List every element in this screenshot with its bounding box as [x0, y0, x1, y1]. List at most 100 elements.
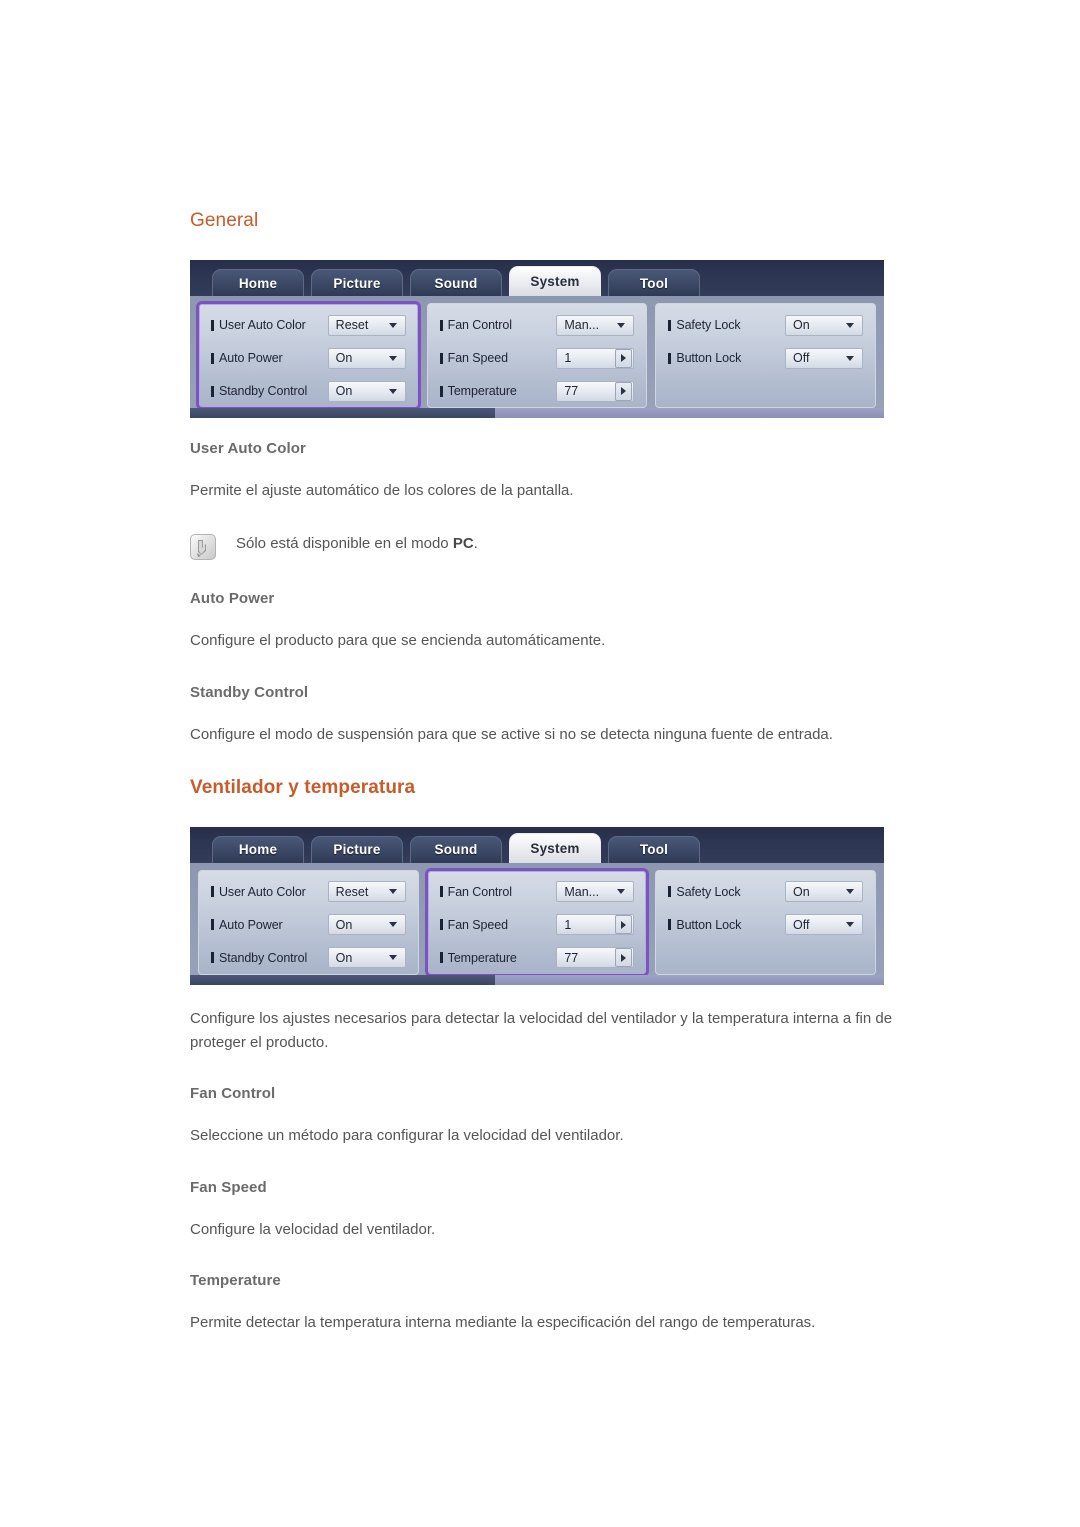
bullet-bar-icon [439, 319, 443, 331]
osd-label-button-lock: Button Lock [668, 918, 785, 932]
heading-standby-control: Standby Control [190, 683, 309, 701]
bullet-bar-icon [668, 319, 672, 331]
osd-column-lock: Safety Lock On Button Lock Off [655, 869, 877, 975]
stepper-increase-button[interactable] [615, 381, 633, 401]
osd-value-text: Off [793, 917, 810, 932]
osd-label-text: Button Lock [676, 351, 742, 365]
text-user-auto-color: Permite el ajuste automático de los colo… [190, 482, 574, 499]
osd-label-text: Temperature [447, 950, 517, 965]
note-user-auto-color: Sólo está disponible en el modo PC. [190, 533, 930, 561]
chevron-down-icon [846, 889, 855, 895]
osd-footer-right [495, 974, 884, 985]
bullet-bar-icon [439, 952, 443, 964]
osd-value-text: On [335, 917, 353, 932]
osd-row-safety-lock: Safety Lock On [668, 314, 864, 336]
osd-column-lock: Safety Lock On Button Lock Off [655, 303, 877, 408]
osd-value-text: Man... [564, 884, 600, 899]
osd-label-temperature: Temperature [439, 384, 557, 398]
note-bold: PC [452, 535, 474, 553]
osd-row-user-auto-color: User Auto Color Reset [211, 881, 406, 903]
osd-dropdown-standby-control[interactable]: On [327, 947, 406, 969]
osd-label-text: Temperature [447, 384, 517, 398]
osd-tab-sound[interactable]: Sound [410, 835, 502, 863]
osd-tab-tool[interactable]: Tool [608, 835, 700, 863]
osd-dropdown-auto-power[interactable]: On [327, 914, 406, 936]
osd-row-safety-lock: Safety Lock On [668, 881, 864, 903]
osd-stepper-fan-speed[interactable]: 1 [556, 914, 635, 936]
bullet-bar-icon [211, 919, 214, 931]
osd-tab-sound-label: Sound [434, 842, 478, 858]
osd-value-text: Reset [335, 884, 369, 899]
osd-label-safety-lock: Safety Lock [668, 318, 785, 332]
bullet-bar-icon [668, 919, 672, 931]
osd-label-text: Fan Control [447, 318, 512, 332]
osd-dropdown-user-auto-color[interactable]: Reset [327, 314, 406, 336]
osd-column-general: User Auto Color Reset Auto Power On Stan… [198, 869, 419, 975]
osd-stepper-temperature[interactable]: 77 [556, 947, 635, 969]
chevron-down-icon [846, 355, 855, 361]
text-fan-control: Seleccione un método para configurar la … [190, 1127, 624, 1145]
chevron-right-icon [621, 354, 627, 362]
osd-label-user-auto-color: User Auto Color [211, 885, 328, 899]
stepper-increase-button[interactable] [615, 915, 633, 935]
osd-label-fan-control: Fan Control [439, 885, 557, 899]
text-fan-intro: Configure los ajustes necesarios para de… [190, 1009, 893, 1052]
osd-tab-home-label: Home [238, 275, 278, 291]
chevron-down-icon [388, 922, 397, 928]
osd-dropdown-button-lock[interactable]: Off [785, 347, 864, 369]
note-user-auto-color-text: Sólo está disponible en el modo PC. [236, 533, 478, 556]
stepper-increase-button[interactable] [615, 348, 633, 368]
text-standby-control: Configure el modo de suspensión para que… [190, 725, 833, 743]
osd-dropdown-auto-power[interactable]: On [327, 347, 406, 369]
osd-column-general: User Auto Color Reset Auto Power On Stan… [196, 301, 421, 410]
osd-label-standby-control: Standby Control [211, 951, 328, 965]
osd-dropdown-standby-control[interactable]: On [327, 380, 406, 402]
osd-dropdown-safety-lock[interactable]: On [785, 314, 864, 336]
osd-row-fan-control: Fan Control Man... [439, 314, 635, 336]
bullet-bar-icon [211, 886, 214, 898]
osd-tab-tool[interactable]: Tool [608, 269, 700, 296]
osd-tab-home[interactable]: Home [212, 269, 304, 296]
osd-dropdown-fan-control[interactable]: Man... [556, 314, 635, 336]
osd-dropdown-safety-lock[interactable]: On [785, 881, 864, 903]
text-auto-power: Configure el producto para que se encien… [190, 632, 606, 650]
osd-label-auto-power: Auto Power [211, 351, 328, 365]
osd-dropdown-button-lock[interactable]: Off [785, 914, 864, 936]
osd-row-temperature: Temperature 77 [439, 947, 635, 969]
osd-tab-sound[interactable]: Sound [410, 269, 502, 296]
osd-tab-home-label: Home [238, 842, 278, 858]
osd-tab-system[interactable]: System [509, 832, 601, 863]
osd-dropdown-fan-control[interactable]: Man... [556, 881, 635, 903]
osd-row-standby-control: Standby Control On [211, 947, 406, 969]
osd-tab-system[interactable]: System [509, 266, 601, 296]
page-title-fan-temperature: Ventilador y temperatura [190, 776, 416, 798]
osd-row-fan-speed: Fan Speed 1 [439, 914, 635, 936]
osd-label-user-auto-color: User Auto Color [211, 318, 328, 332]
osd-label-temperature: Temperature [439, 950, 557, 965]
osd-row-standby-control: Standby Control On [211, 380, 406, 402]
osd-value-text: Man... [564, 318, 600, 332]
stepper-increase-button[interactable] [615, 948, 633, 968]
osd-value-text: On [335, 351, 353, 365]
osd-value-text: 1 [564, 351, 572, 365]
osd-tab-home[interactable]: Home [212, 835, 304, 863]
osd-tab-system-label: System [530, 274, 580, 289]
heading-fan-speed: Fan Speed [190, 1178, 267, 1196]
osd-stepper-temperature[interactable]: 77 [556, 380, 635, 402]
osd-dropdown-user-auto-color[interactable]: Reset [327, 881, 406, 903]
chevron-down-icon [846, 922, 855, 928]
osd-label-text: Standby Control [219, 950, 308, 965]
chevron-down-icon [388, 388, 397, 394]
osd-stepper-fan-speed[interactable]: 1 [556, 347, 635, 369]
osd-row-fan-control: Fan Control Man... [439, 881, 635, 903]
osd-tab-picture[interactable]: Picture [311, 835, 403, 863]
osd-value-text: 1 [564, 917, 572, 932]
osd-value-text: On [793, 884, 810, 899]
chevron-down-icon [388, 955, 397, 961]
osd-tab-tool-label: Tool [639, 275, 669, 291]
osd-label-auto-power: Auto Power [211, 918, 328, 932]
osd-footer-right [495, 408, 884, 418]
osd-column-fan: Fan Control Man... Fan Speed 1 Temperatu… [426, 303, 648, 408]
osd-tab-picture[interactable]: Picture [311, 269, 403, 296]
osd-value-text: On [335, 384, 353, 398]
